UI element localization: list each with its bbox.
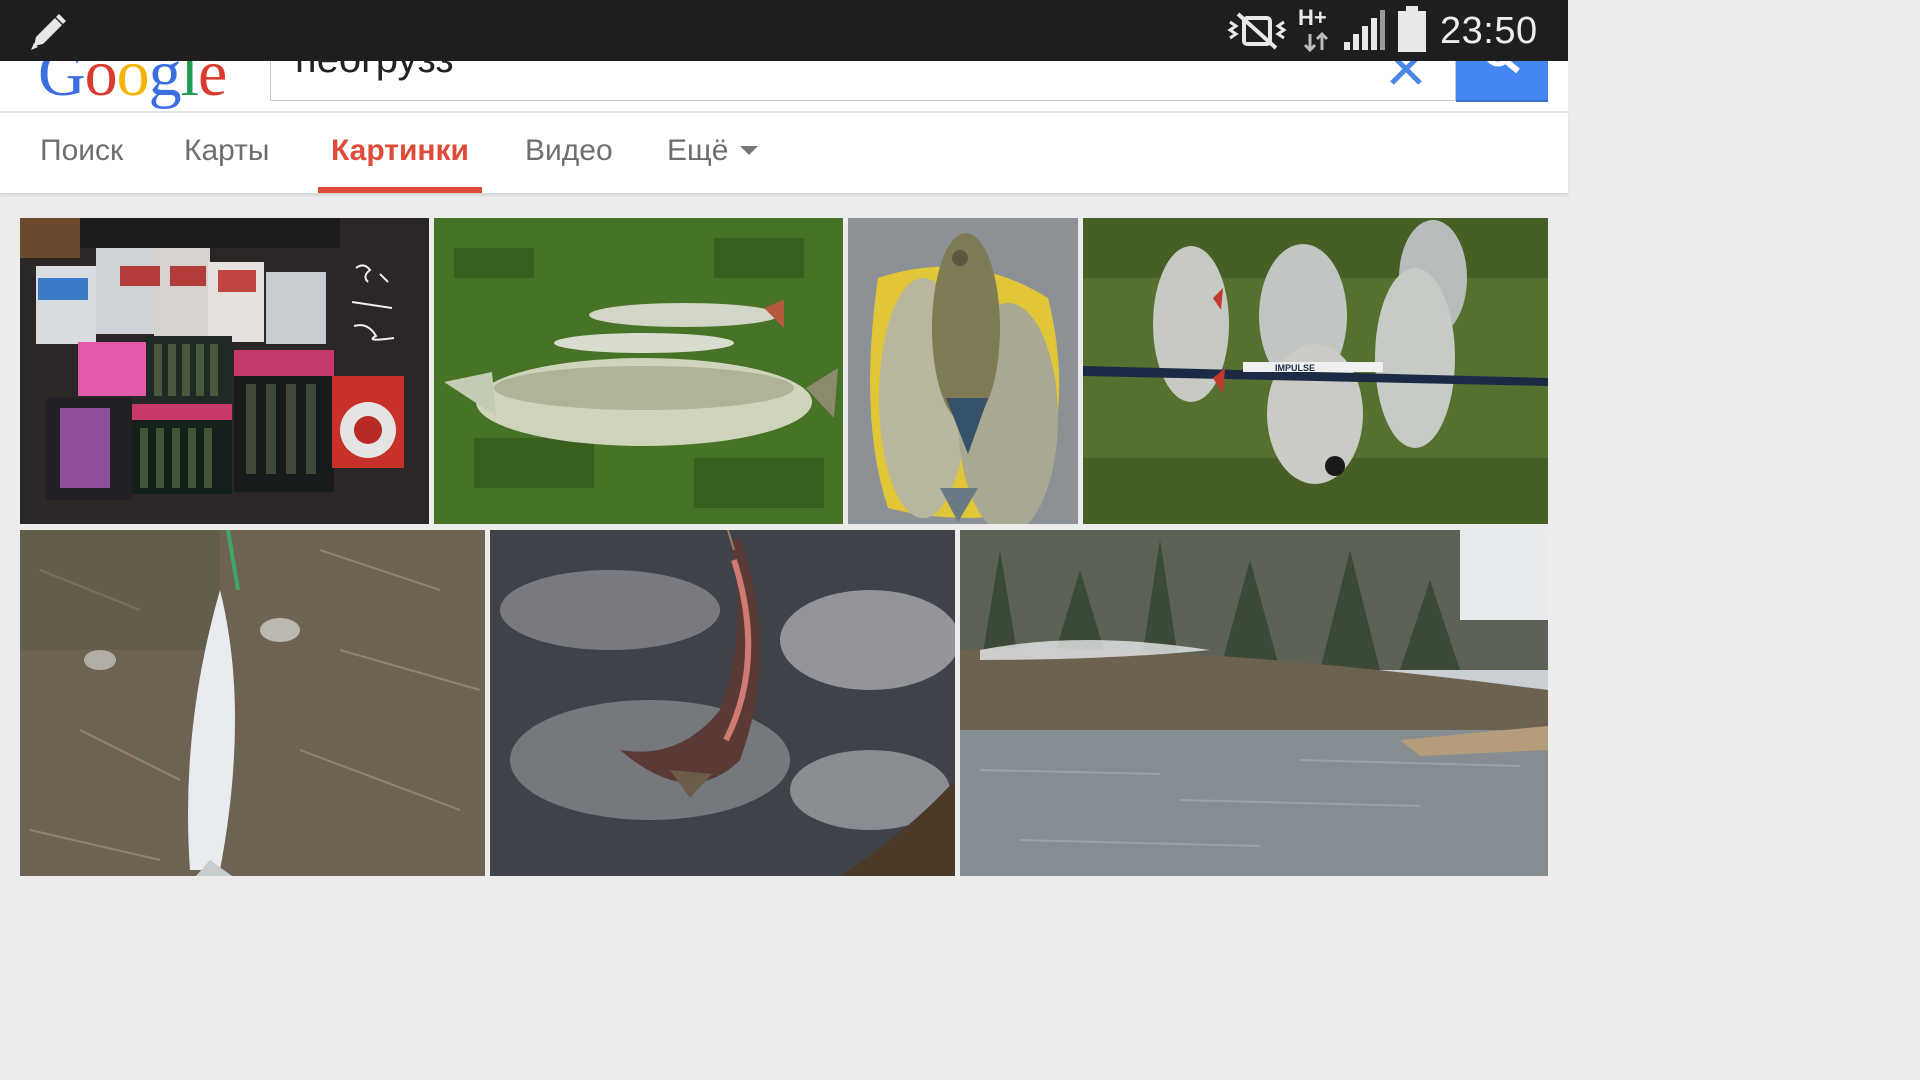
rod-label: IMPULSE (1275, 363, 1315, 373)
clock: 23:50 (1440, 10, 1538, 52)
battery-icon (1398, 6, 1426, 52)
tab-search[interactable]: Поиск (40, 131, 123, 193)
tab-video[interactable]: Видео (525, 131, 613, 193)
tab-label: Картинки (331, 134, 470, 167)
search-button[interactable] (1456, 61, 1548, 102)
image-result-roach-rod[interactable]: IMPULSE (1083, 218, 1548, 524)
search-header: Google пеогрузз (0, 61, 1568, 111)
signal-icon (1344, 10, 1385, 50)
search-tabs: Поиск Карты Картинки Видео Ещё (0, 113, 1568, 194)
image-result-lures[interactable] (20, 218, 429, 524)
pencil-icon (31, 14, 66, 50)
image-result-fish-bag[interactable] (848, 218, 1078, 524)
image-result-river[interactable] (960, 530, 1548, 876)
network-type-label: H+ (1298, 5, 1327, 30)
tab-maps[interactable]: Карты (184, 131, 270, 193)
search-input[interactable]: пеогрузз (270, 61, 1456, 101)
tab-label: Видео (525, 134, 613, 167)
image-result-pike-dry-grass[interactable] (20, 530, 485, 876)
search-icon (1487, 61, 1520, 74)
close-icon[interactable] (1386, 61, 1426, 95)
active-tab-indicator (318, 187, 483, 193)
search-query-text: пеогрузз (295, 61, 454, 83)
chevron-down-icon (740, 145, 759, 155)
network-icon: H+ (1298, 6, 1334, 54)
tab-label: Ещё (667, 134, 729, 167)
tab-label: Карты (184, 134, 270, 167)
tab-images[interactable]: Картинки (318, 131, 483, 193)
image-result-pike-water[interactable] (490, 530, 955, 876)
status-bar: H+ 23:50 (0, 0, 1568, 61)
image-result-pike-grass[interactable] (434, 218, 843, 524)
tab-more[interactable]: Ещё (667, 131, 759, 193)
google-logo[interactable]: Google (38, 61, 227, 109)
mute-icon (1227, 12, 1287, 50)
tab-label: Поиск (40, 134, 124, 167)
